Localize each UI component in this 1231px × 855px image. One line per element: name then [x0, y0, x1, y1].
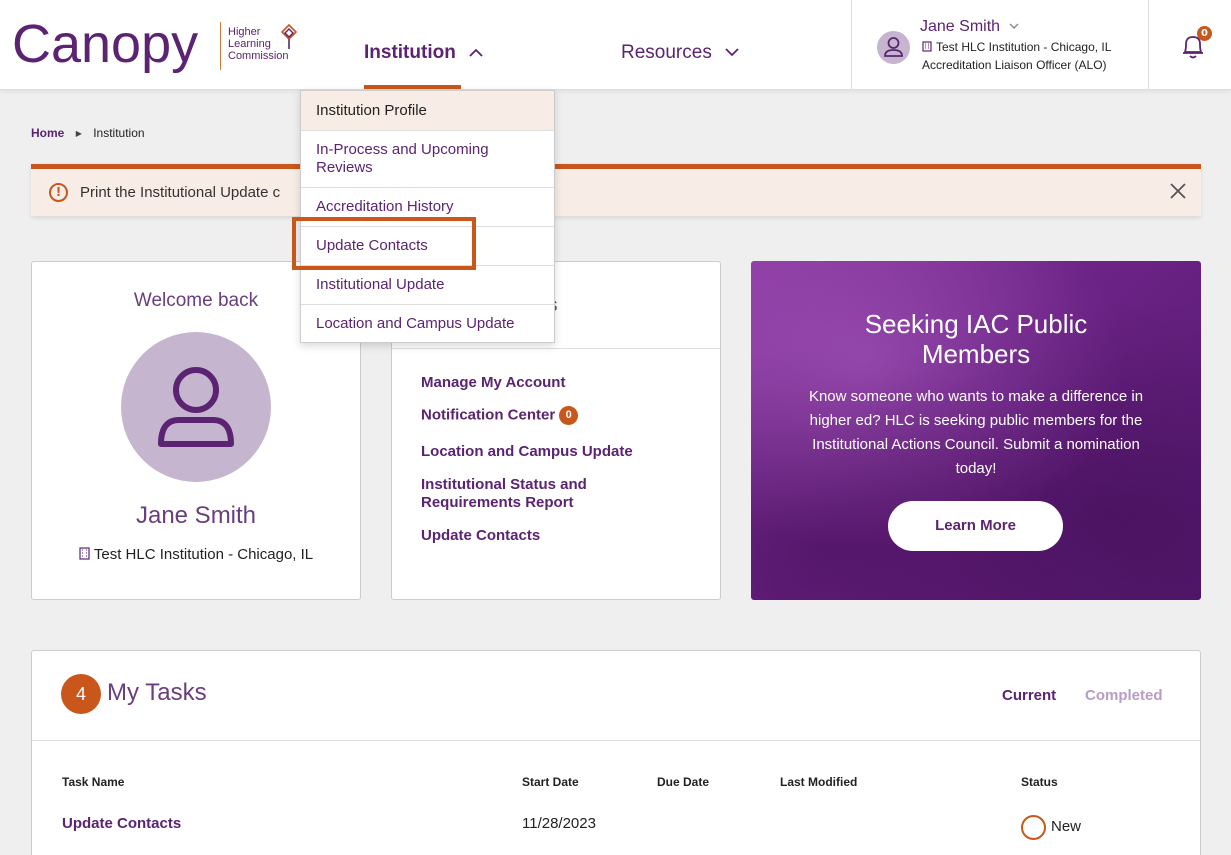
user-role: Accreditation Liaison Officer (ALO): [922, 58, 1107, 72]
breadcrumb-home[interactable]: Home: [31, 126, 64, 140]
status-circle-icon: [1021, 815, 1046, 840]
tasks-card: 4 My Tasks Current Completed Task Name S…: [31, 650, 1201, 855]
canopy-logo[interactable]: Canopy: [12, 12, 198, 76]
building-icon: [922, 41, 932, 52]
column-header[interactable]: Start Date: [522, 775, 579, 789]
divider: [32, 740, 1200, 741]
column-header[interactable]: Status: [1021, 775, 1058, 789]
chevron-down-icon: [725, 48, 739, 57]
link-status-requirements-report[interactable]: Institutional Status and Requirements Re…: [421, 476, 691, 512]
building-icon: [79, 547, 90, 560]
caret-right-icon: ▶: [75, 129, 82, 139]
nav-institution-label: Institution: [364, 42, 456, 63]
column-header[interactable]: Last Modified: [780, 775, 857, 789]
chevron-down-icon: [1009, 23, 1018, 30]
menu-item-institution-profile[interactable]: Institution Profile: [301, 91, 554, 131]
breadcrumb: Home ▶ Institution: [31, 126, 145, 140]
user-avatar[interactable]: [877, 31, 910, 64]
user-icon: [158, 367, 234, 447]
tasks-title: My Tasks: [107, 679, 207, 706]
column-header[interactable]: Due Date: [657, 775, 709, 789]
welcome-name: Jane Smith: [135, 502, 257, 529]
user-menu-toggle[interactable]: Jane Smith: [920, 18, 1019, 36]
task-name-link[interactable]: Update Contacts: [62, 815, 181, 832]
user-name: Jane Smith: [920, 18, 1001, 35]
top-header: Canopy Higher Learning Commission Instit…: [0, 0, 1231, 90]
user-institution-text: Test HLC Institution - Chicago, IL: [936, 40, 1112, 54]
link-notification-center[interactable]: Notification Center 0: [421, 406, 691, 425]
welcome-institution-text: Test HLC Institution - Chicago, IL: [93, 546, 314, 563]
header-separator: [851, 0, 852, 90]
alert-banner: ! Print the Institutional Update c: [31, 164, 1201, 216]
promo-title: Seeking IAC Public Members: [864, 309, 1088, 369]
menu-item-location-campus-update[interactable]: Location and Campus Update: [301, 305, 554, 344]
promo-body: Know someone who wants to make a differe…: [808, 388, 1144, 477]
alert-icon: !: [49, 183, 68, 202]
nav-resources-label: Resources: [621, 42, 712, 63]
learn-more-button[interactable]: Learn More: [888, 501, 1063, 551]
link-notification-center-label: Notification Center: [421, 406, 556, 424]
tasks-count-badge: 4: [61, 674, 101, 714]
nav-resources[interactable]: Resources: [621, 42, 739, 64]
divider: [392, 348, 720, 349]
task-start-date: 11/28/2023: [522, 815, 596, 832]
logo-divider: [220, 22, 221, 70]
tab-completed[interactable]: Completed: [1085, 687, 1163, 704]
alert-text: Print the Institutional Update c: [80, 184, 281, 201]
link-location-campus-update[interactable]: Location and Campus Update: [421, 443, 691, 461]
nav-institution[interactable]: Institution: [364, 42, 483, 64]
notification-count-badge: 0: [559, 406, 579, 425]
tab-current[interactable]: Current: [1002, 687, 1056, 704]
chevron-up-icon: [469, 49, 483, 58]
promo-card: Seeking IAC Public Members Know someone …: [751, 261, 1201, 600]
notification-badge: 0: [1197, 26, 1212, 41]
profile-avatar: [121, 332, 271, 482]
link-update-contacts[interactable]: Update Contacts: [421, 527, 691, 545]
menu-item-in-process-reviews[interactable]: In-Process and Upcoming Reviews: [301, 131, 554, 188]
hlc-logo-icon: [280, 24, 298, 49]
highlight-box: [292, 217, 476, 270]
nav-active-indicator: [364, 85, 461, 89]
task-status: New: [1051, 818, 1082, 835]
user-institution: Test HLC Institution - Chicago, IL: [922, 40, 1111, 54]
column-header[interactable]: Task Name: [62, 775, 124, 789]
link-manage-account[interactable]: Manage My Account: [421, 374, 691, 392]
header-separator: [1148, 0, 1149, 90]
close-icon[interactable]: [1169, 182, 1187, 200]
logo-sub-line: Commission: [228, 50, 289, 62]
welcome-institution: Test HLC Institution - Chicago, IL: [32, 546, 360, 563]
user-icon: [884, 37, 903, 57]
breadcrumb-current: Institution: [93, 126, 145, 140]
menu-item-institutional-update[interactable]: Institutional Update: [301, 266, 554, 305]
